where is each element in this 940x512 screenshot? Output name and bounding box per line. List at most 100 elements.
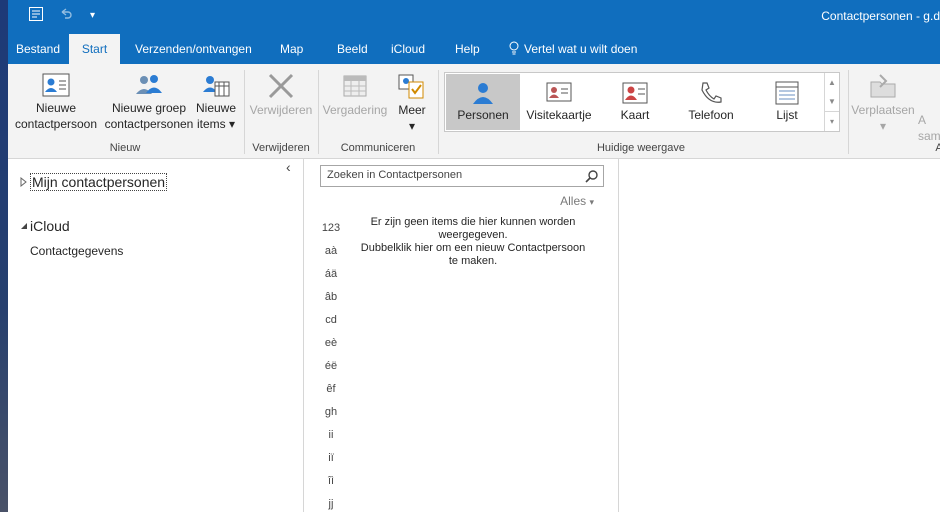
collapse-arrow-icon <box>21 223 27 229</box>
tab-help[interactable]: Help <box>455 34 480 64</box>
view-lijst-label: Lijst <box>776 108 798 122</box>
new-contact-label1: Nieuwe <box>35 101 77 115</box>
tab-verzenden[interactable]: Verzenden/ontvangen <box>135 34 252 64</box>
tab-beeld[interactable]: Beeld <box>337 34 368 64</box>
new-contact-button[interactable]: Nieuwe contactpersoon <box>10 72 102 132</box>
new-items-label1: Nieuwe <box>195 101 237 115</box>
new-items-label2: items ▾ <box>196 117 236 131</box>
index-letter[interactable]: éë <box>316 360 346 372</box>
reading-pane <box>619 159 940 512</box>
new-group-button[interactable]: Nieuwe groep contactpersonen <box>102 72 196 132</box>
contact-card-icon <box>42 73 70 97</box>
window-title: Contactpersonen - g.d <box>821 9 940 23</box>
empty-message-line: Er zijn geen items die hier kunnen worde… <box>370 216 576 228</box>
filter-label: Alles <box>560 194 587 208</box>
undo-icon[interactable] <box>58 6 74 26</box>
tell-me-box[interactable]: Vertel wat u wilt doen <box>508 34 637 64</box>
group-label-weergave: Huidige weergave <box>596 142 686 154</box>
delete-label: Verwijderen <box>249 103 313 117</box>
gallery-scroll-up-icon[interactable]: ▲ <box>825 73 839 92</box>
more-button[interactable]: Meer ▾ <box>392 72 432 134</box>
gallery-scroll-down-icon[interactable]: ▼ <box>825 92 839 111</box>
gallery-scroll[interactable]: ▲ ▼ ▾ <box>824 73 839 131</box>
gallery-expand-icon[interactable]: ▾ <box>825 111 839 131</box>
group-label-cutoff: A <box>935 142 940 154</box>
index-letter[interactable]: âb <box>316 291 346 303</box>
index-letter[interactable]: cd <box>316 314 346 326</box>
index-letter[interactable]: áä <box>316 268 346 280</box>
cut-off-button[interactable]: A sam <box>918 112 940 144</box>
more-label1: Meer <box>398 103 426 117</box>
folder-my-contacts[interactable]: Mijn contactpersonen <box>20 173 168 191</box>
tab-start[interactable]: Start <box>69 34 120 64</box>
tab-icloud[interactable]: iCloud <box>391 34 425 64</box>
group-separator <box>244 70 245 154</box>
view-personen-label: Personen <box>457 108 509 122</box>
group-label-nieuw: Nieuw <box>109 142 141 154</box>
card-icon <box>622 82 648 104</box>
group-separator <box>438 70 439 154</box>
new-items-icon <box>203 76 230 97</box>
empty-list-message[interactable]: Er zijn geen items die hier kunnen worde… <box>350 216 596 268</box>
person-icon <box>473 83 493 104</box>
delete-x-icon <box>268 73 294 99</box>
search-icon[interactable] <box>585 169 599 183</box>
filter-dropdown[interactable]: Alles ▾ <box>560 194 594 208</box>
chevron-down-icon: ▾ <box>589 197 594 207</box>
cut-off-label1: A <box>918 113 927 127</box>
icloud-label: iCloud <box>30 218 70 234</box>
new-group-label2: contactpersonen <box>104 117 194 131</box>
view-telefoon[interactable]: Telefoon <box>674 74 748 130</box>
contact-group-icon <box>136 75 162 94</box>
index-letter[interactable]: gh <box>316 406 346 418</box>
index-letter[interactable]: îì <box>316 475 346 487</box>
business-card-icon <box>546 82 572 102</box>
tab-bestand[interactable]: Bestand <box>16 34 60 64</box>
group-label-verwijderen: Verwijderen <box>252 142 310 154</box>
customize-toolbar-icon[interactable]: ▾ <box>90 10 95 30</box>
index-letter[interactable]: 123 <box>316 222 346 234</box>
folder-icloud[interactable]: iCloud <box>20 218 70 234</box>
empty-message-line: te maken. <box>448 255 498 267</box>
view-visitekaartje[interactable]: Visitekaartje <box>522 74 596 130</box>
group-label-communiceren: Communiceren <box>340 142 416 154</box>
collapse-pane-icon[interactable]: ‹ <box>286 159 291 175</box>
index-letter[interactable]: ii <box>316 429 346 441</box>
move-arrow: ▾ <box>879 119 887 133</box>
meeting-button[interactable]: Vergadering <box>322 72 388 118</box>
my-contacts-label: Mijn contactpersonen <box>30 173 168 191</box>
tell-me-label: Vertel wat u wilt doen <box>524 42 638 56</box>
index-letter[interactable]: êf <box>316 383 346 395</box>
view-lijst[interactable]: Lijst <box>750 74 824 130</box>
more-communicate-icon <box>398 74 424 99</box>
new-items-button[interactable]: Nieuwe items ▾ <box>194 72 238 132</box>
move-folder-icon <box>870 74 896 98</box>
index-letter[interactable]: iï <box>316 452 346 464</box>
expand-arrow-icon <box>20 176 27 188</box>
view-kaart-label: Kaart <box>620 108 650 122</box>
view-gallery: Personen Visitekaartje Kaart Telefoon Li… <box>444 72 840 132</box>
index-letter[interactable]: eè <box>316 337 346 349</box>
view-personen[interactable]: Personen <box>446 74 520 130</box>
list-icon <box>775 81 799 105</box>
title-bar: ▾ Contactpersonen - g.d <box>8 0 940 34</box>
view-telefoon-label: Telefoon <box>688 108 734 122</box>
tab-map[interactable]: Map <box>280 34 303 64</box>
delete-button[interactable]: Verwijderen <box>248 72 314 118</box>
calendar-icon <box>343 75 367 97</box>
empty-message-line: Dubbelklik hier om een nieuw Contactpers… <box>360 242 586 254</box>
outlook-window: ▾ Contactpersonen - g.d Bestand Start Ve… <box>8 0 940 512</box>
move-label: Verplaatsen <box>851 103 915 117</box>
send-receive-icon[interactable] <box>28 6 44 26</box>
view-kaart[interactable]: Kaart <box>598 74 672 130</box>
index-letter[interactable]: aà <box>316 245 346 257</box>
search-input[interactable]: Zoeken in Contactpersonen <box>320 165 604 187</box>
ribbon: Nieuwe contactpersoon Nieuwe groep conta… <box>8 64 940 159</box>
ribbon-tabs: Bestand Start Verzenden/ontvangen Map Be… <box>8 34 940 64</box>
index-letter[interactable]: jj <box>316 498 346 510</box>
group-separator <box>318 70 319 154</box>
meeting-label: Vergadering <box>322 103 388 117</box>
desktop-edge <box>0 0 8 512</box>
folder-contactgegevens[interactable]: Contactgegevens <box>30 244 123 258</box>
move-button[interactable]: Verplaatsen ▾ <box>850 72 916 134</box>
